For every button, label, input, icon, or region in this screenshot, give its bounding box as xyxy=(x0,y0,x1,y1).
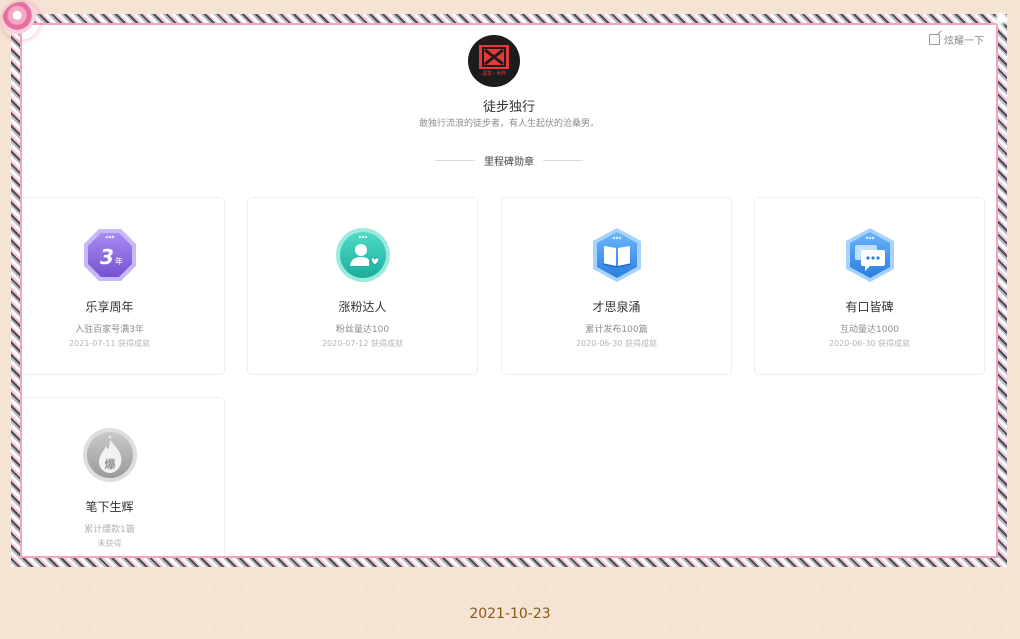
avatar-caption: 恶意丶世界 xyxy=(482,71,506,77)
badge-card-fans[interactable]: 涨粉达人 粉丝量达100 2020-07-12 获得成就 xyxy=(247,197,478,375)
avatar-logo-icon xyxy=(479,45,509,69)
badge-date: 2020-07-12 获得成就 xyxy=(321,339,404,348)
badge-card-anniversary[interactable]: 3 年 乐享周年 入驻百家号满3年 2021-07-11 获得成就 xyxy=(22,197,225,375)
anniversary-badge-number: 3 xyxy=(100,245,114,269)
badge-title: 涨粉达人 xyxy=(338,300,387,314)
profile-name: 徒步独行 xyxy=(482,100,535,115)
badge-desc: 粉丝量达100 xyxy=(335,325,390,335)
badge-desc: 互动量达1000 xyxy=(840,325,899,335)
share-icon xyxy=(929,34,940,45)
avatar[interactable]: 恶意丶世界 xyxy=(468,35,520,87)
badge-card-reputation[interactable]: 有口皆碑 互动量达1000 2020-06-30 获得成就 xyxy=(754,197,985,375)
flame-badge-icon: 爆 xyxy=(81,426,139,484)
footer-date: 2021-10-23 xyxy=(469,606,551,622)
flame-badge-text: 爆 xyxy=(104,457,116,471)
divider xyxy=(434,160,475,161)
share-label: 炫耀一下 xyxy=(944,36,984,47)
section-title-label: 里程碑勋章 xyxy=(484,157,534,168)
badge-desc: 入驻百家号满3年 xyxy=(75,325,144,335)
badge-card-hit-article[interactable]: 爆 笔下生辉 累计爆款1篇 未获得 xyxy=(22,397,225,556)
content-panel: 炫耀一下 恶意丶世界 徒步独行 敢独行流浪的徒步者，有人生起伏的沧桑男。 里程碑… xyxy=(20,23,998,558)
badge-desc: 累计爆款1篇 xyxy=(84,525,135,535)
badge-title: 才思泉涌 xyxy=(592,300,641,314)
section-title: 里程碑勋章 xyxy=(22,153,996,168)
badge-title: 有口皆碑 xyxy=(845,300,894,314)
badge-title: 乐享周年 xyxy=(85,300,134,314)
profile-bio: 敢独行流浪的徒步者，有人生起伏的沧桑男。 xyxy=(418,119,599,129)
divider xyxy=(543,160,584,161)
corner-jewel-decoration xyxy=(2,2,40,40)
corner-sparkle-decoration xyxy=(990,8,1012,30)
open-book-icon xyxy=(588,226,646,284)
badge-date: 2021-07-11 获得成就 xyxy=(68,339,151,348)
badge-status: 未获得 xyxy=(97,539,122,548)
anniversary-badge-unit: 年 xyxy=(115,256,123,266)
badge-desc: 累计发布100篇 xyxy=(585,325,648,335)
decorative-frame: 炫耀一下 恶意丶世界 徒步独行 敢独行流浪的徒步者，有人生起伏的沧桑男。 里程碑… xyxy=(11,14,1007,567)
badge-title: 笔下生辉 xyxy=(85,500,134,514)
badge-date: 2020-06-30 获得成就 xyxy=(575,339,658,348)
fans-heart-user-icon xyxy=(334,226,392,284)
badge-date: 2020-06-30 获得成就 xyxy=(828,339,911,348)
anniversary-badge-icon: 3 年 xyxy=(81,226,139,284)
chat-bubbles-icon xyxy=(841,226,899,284)
share-button[interactable]: 炫耀一下 xyxy=(929,32,984,47)
badge-card-writing[interactable]: 才思泉涌 累计发布100篇 2020-06-30 获得成就 xyxy=(501,197,732,375)
